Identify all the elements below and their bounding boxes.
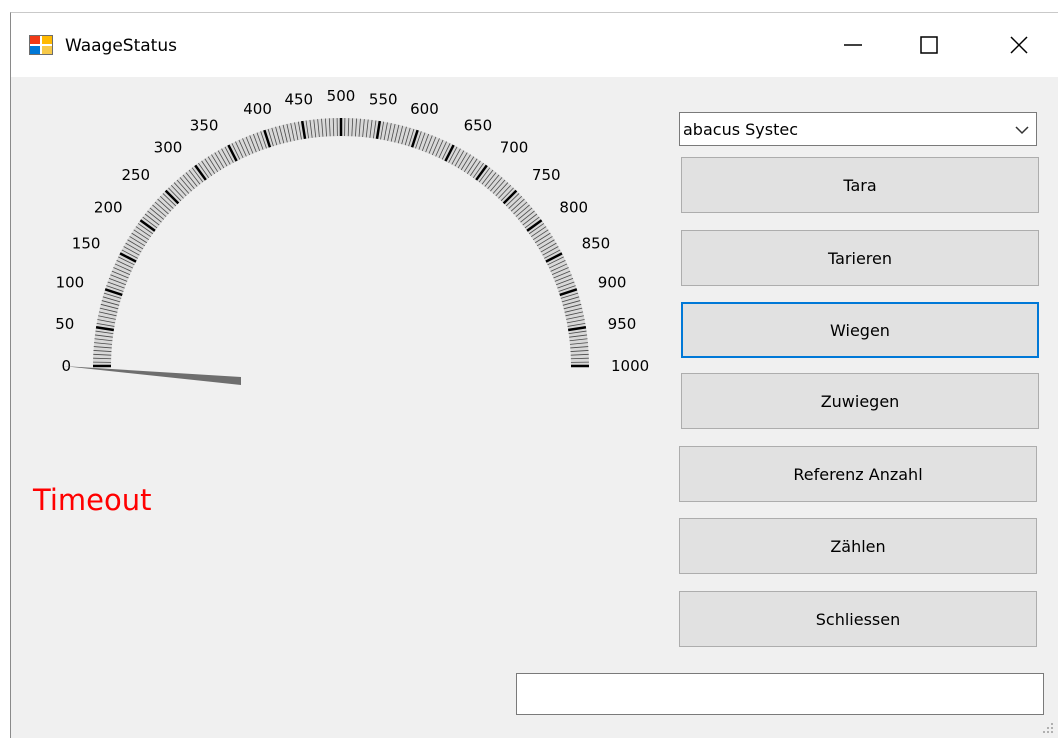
gauge-label: 650 [464, 116, 493, 134]
gauge-label: 900 [598, 274, 627, 292]
output-textbox[interactable] [516, 673, 1044, 715]
gauge-needle [63, 366, 241, 385]
gauge-label: 150 [72, 234, 101, 252]
gauge-label: 600 [410, 100, 439, 118]
zuwiegen-button[interactable]: Zuwiegen [681, 373, 1039, 429]
gauge-label: 400 [243, 100, 272, 118]
referenz-anzahl-button[interactable]: Referenz Anzahl [679, 446, 1037, 502]
zaehlen-button[interactable]: Zählen [679, 518, 1037, 574]
close-icon [1010, 36, 1028, 54]
gauge-label: 500 [327, 87, 356, 105]
scale-type-dropdown[interactable]: abacus Systec [679, 112, 1037, 146]
chevron-down-icon [1015, 126, 1029, 135]
scale-type-value: abacus Systec [683, 120, 798, 139]
minimize-icon [844, 44, 862, 46]
app-window-icon [29, 35, 53, 55]
gauge-label: 0 [61, 357, 71, 375]
maximize-button[interactable] [897, 13, 961, 77]
weight-gauge: 0 50 100 150 200 250300 350 400 450 500 550 600 650 7… [55, 87, 649, 385]
gauge-label: 350 [190, 116, 219, 134]
gauge-label: 450 [284, 90, 313, 108]
form-body: 0 50 100 150 200 250 300 350 400 450 500 550 600 650 7… [11, 77, 1058, 738]
maximize-icon [920, 36, 938, 54]
status-label: Timeout [33, 483, 152, 517]
gauge-label: 700 [500, 139, 529, 157]
gauge-label: 100 [56, 274, 85, 292]
gauge-label: 300 [154, 139, 183, 157]
schliessen-button[interactable]: Schliessen [679, 591, 1037, 647]
gauge-minor-tick [332, 118, 335, 137]
resize-grip-icon[interactable] [1042, 722, 1054, 734]
gauge-minor-tick [347, 118, 350, 137]
title-bar[interactable]: WaageStatus [11, 13, 1058, 77]
gauge-label: 1000 [611, 357, 649, 375]
gauge-label: 550 [369, 90, 398, 108]
minimize-button[interactable] [821, 13, 885, 77]
gauge-label: 750 [532, 166, 561, 184]
waagestatus-window: WaageStatus 0 50 100 150 200 250 300 350 400 450 5… [10, 12, 1058, 738]
gauge-label: 850 [582, 234, 611, 252]
gauge-minor-tick [570, 357, 589, 360]
gauge-label: 950 [608, 315, 637, 333]
tara-button[interactable]: Tara [681, 157, 1039, 213]
gauge-label: 50 [55, 315, 74, 333]
close-button[interactable] [987, 13, 1051, 77]
tarieren-button[interactable]: Tarieren [681, 230, 1039, 286]
gauge-label: 250 [121, 166, 150, 184]
window-title: WaageStatus [65, 36, 177, 56]
gauge-label: 800 [559, 198, 588, 216]
gauge-minor-tick [93, 357, 112, 360]
wiegen-button[interactable]: Wiegen [681, 302, 1039, 358]
gauge-label: 200 [94, 198, 123, 216]
